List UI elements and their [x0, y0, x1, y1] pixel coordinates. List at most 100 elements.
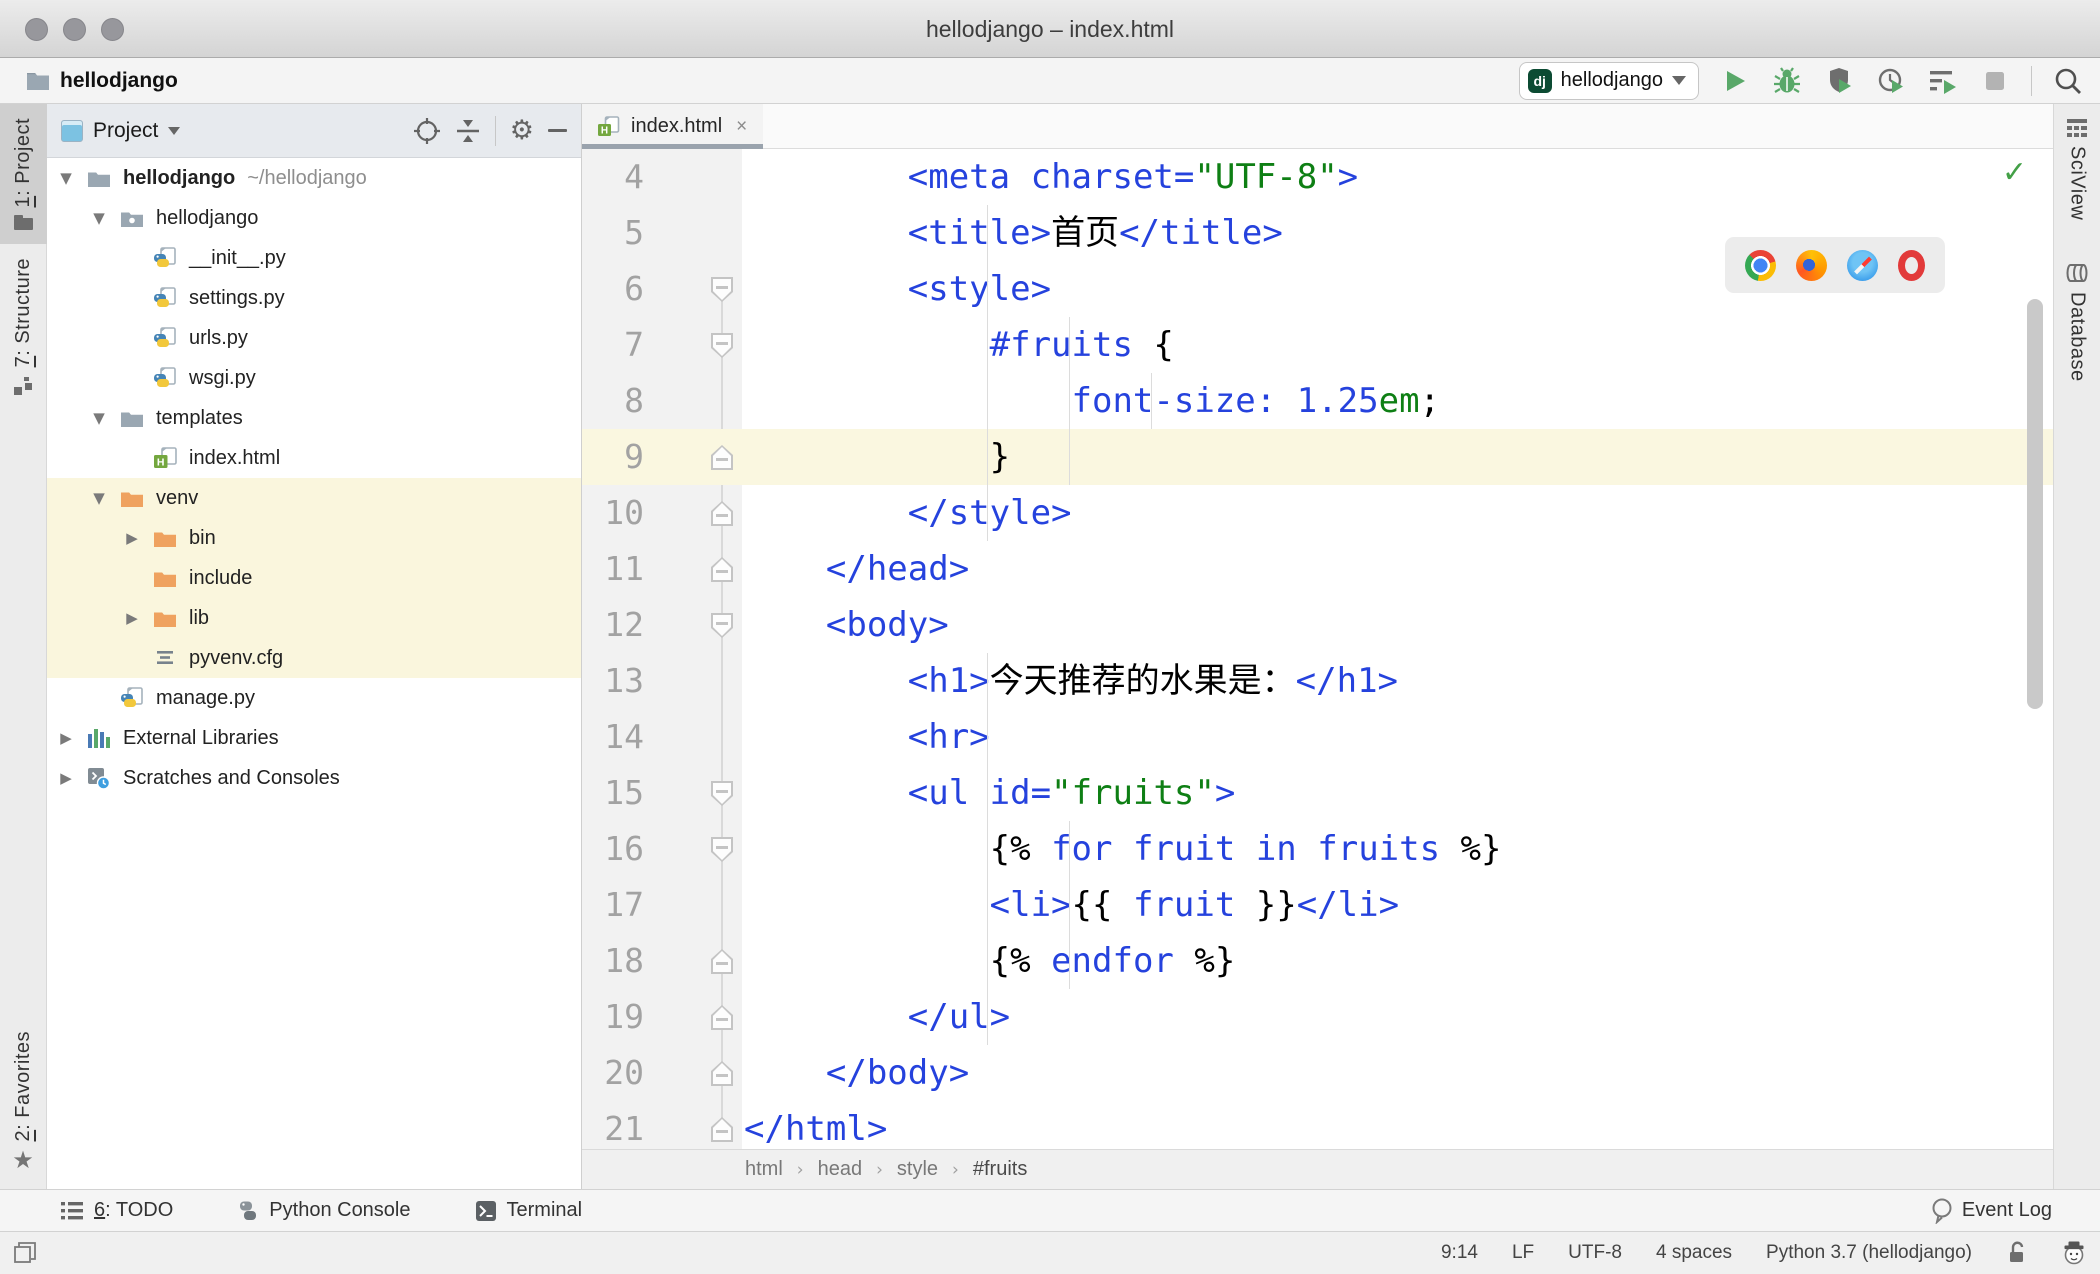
inspections-ok-icon[interactable]: ✓ [2002, 155, 2027, 190]
run-configuration-select[interactable]: dj hellodjango [1518, 61, 1699, 100]
toolbar-python-console[interactable]: Python Console [237, 1199, 411, 1222]
chevron-expanded-icon[interactable]: ▼ [55, 169, 77, 187]
firefox-icon[interactable] [1796, 249, 1827, 281]
tool-tab-database[interactable]: Database [2054, 248, 2100, 396]
gear-icon[interactable]: ⚙ [510, 117, 534, 144]
tree-item-index-html[interactable]: Hindex.html [47, 438, 581, 478]
unlocked-icon[interactable] [2006, 1241, 2028, 1265]
fold-end-icon[interactable] [711, 1117, 733, 1142]
tree-item-venv[interactable]: ▼ venv [47, 478, 581, 518]
tree-item-settings-py[interactable]: settings.py [47, 278, 581, 318]
close-tab-icon[interactable]: × [736, 116, 747, 138]
fold-end-icon[interactable] [711, 1005, 733, 1030]
code-line-18[interactable]: {% endfor %} [742, 933, 2053, 989]
tree-item-hellodjango[interactable]: ▼ hellodjango ~/hellodjango [47, 158, 581, 198]
hide-icon[interactable] [548, 129, 567, 132]
code-line-17[interactable]: <li>{{ fruit }}</li> [742, 877, 2053, 933]
tree-item-scratches-and-consoles[interactable]: ▶ Scratches and Consoles [47, 758, 581, 798]
code-line-10[interactable]: </style> [742, 485, 2053, 541]
tool-tab-structure[interactable]: 7: Structure [0, 244, 47, 409]
breadcrumb-fruits[interactable]: #fruits [973, 1158, 1027, 1181]
fold-start-icon[interactable] [711, 333, 733, 358]
code-line-19[interactable]: </ul> [742, 989, 2053, 1045]
code-line-21[interactable]: </html> [742, 1101, 2053, 1149]
chevron-collapsed-icon[interactable]: ▶ [55, 729, 77, 747]
python-console-icon [237, 1200, 259, 1222]
code-line-20[interactable]: </body> [742, 1045, 2053, 1101]
code-line-11[interactable]: </head> [742, 541, 2053, 597]
fold-start-icon[interactable] [711, 781, 733, 806]
debug-button[interactable] [1771, 65, 1803, 97]
toggle-toolwindows-icon[interactable] [12, 1240, 38, 1266]
file-encoding[interactable]: UTF-8 [1568, 1242, 1622, 1264]
chevron-collapsed-icon[interactable]: ▶ [121, 529, 143, 547]
code-line-12[interactable]: <body> [742, 597, 2053, 653]
chevron-expanded-icon[interactable]: ▼ [88, 489, 110, 507]
tree-item-urls-py[interactable]: urls.py [47, 318, 581, 358]
fold-end-icon[interactable] [711, 557, 733, 582]
breadcrumb-head[interactable]: head [818, 1158, 863, 1181]
code-line-7[interactable]: #fruits { [742, 317, 2053, 373]
toolbar-terminal[interactable]: Terminal [475, 1199, 582, 1222]
tree-item-include[interactable]: include [47, 558, 581, 598]
tree-item-external-libraries[interactable]: ▶ External Libraries [47, 718, 581, 758]
chevron-expanded-icon[interactable]: ▼ [88, 209, 110, 227]
fold-end-icon[interactable] [711, 445, 733, 470]
tree-item-wsgi-py[interactable]: wsgi.py [47, 358, 581, 398]
chevron-collapsed-icon[interactable]: ▶ [121, 609, 143, 627]
code-line-8[interactable]: font-size: 1.25em; [742, 373, 2053, 429]
collapse-all-icon[interactable] [455, 118, 481, 144]
search-everywhere-icon[interactable] [2052, 65, 2084, 97]
run-with-config-button[interactable] [1927, 65, 1959, 97]
project-panel-title[interactable]: Project [93, 119, 158, 143]
fold-end-icon[interactable] [711, 949, 733, 974]
tool-tab-sciview[interactable]: SciView [2054, 104, 2100, 234]
code-line-15[interactable]: <ul id="fruits"> [742, 765, 2053, 821]
editor-tab-index-html[interactable]: H index.html × [582, 104, 764, 149]
line-separator[interactable]: LF [1512, 1242, 1534, 1264]
tree-item--init-py[interactable]: __init__.py [47, 238, 581, 278]
code-line-14[interactable]: <hr> [742, 709, 2053, 765]
tree-item-hellodjango[interactable]: ▼ hellodjango [47, 198, 581, 238]
tree-item-manage-py[interactable]: manage.py [47, 678, 581, 718]
event-log-button[interactable]: Event Log [1930, 1198, 2052, 1224]
chrome-icon[interactable] [1745, 249, 1776, 281]
tree-item-pyvenv-cfg[interactable]: pyvenv.cfg [47, 638, 581, 678]
breadcrumb-style[interactable]: style [897, 1158, 938, 1181]
fold-start-icon[interactable] [711, 837, 733, 862]
safari-icon[interactable] [1847, 249, 1878, 281]
stop-button[interactable] [1979, 65, 2011, 97]
opera-icon[interactable] [1898, 249, 1925, 281]
tree-item-bin[interactable]: ▶ bin [47, 518, 581, 558]
breadcrumb-html[interactable]: html [745, 1158, 783, 1181]
toolbar-todo[interactable]: 6: TODO [60, 1199, 173, 1222]
indent-setting[interactable]: 4 spaces [1656, 1242, 1732, 1264]
code-line-13[interactable]: <h1>今天推荐的水果是：</h1> [742, 653, 2053, 709]
hector-inspector-icon[interactable] [2062, 1241, 2086, 1265]
breadcrumb[interactable]: hellodjango [60, 69, 178, 93]
interpreter[interactable]: Python 3.7 (hellodjango) [1766, 1242, 1972, 1264]
code-line-16[interactable]: {% for fruit in fruits %} [742, 821, 2053, 877]
fold-start-icon[interactable] [711, 277, 733, 302]
fold-end-icon[interactable] [711, 501, 733, 526]
fold-end-icon[interactable] [711, 1061, 733, 1086]
code-editor[interactable]: 4 5 6 7 8 9 10 11 12 13 14 15 16 17 18 19 20 21 <meta cha… [582, 149, 2053, 1149]
tree-item-templates[interactable]: ▼ templates [47, 398, 581, 438]
tool-tab-project[interactable]: 1: Project [0, 104, 47, 245]
code-line-9[interactable]: } [742, 429, 2053, 485]
caret-position[interactable]: 9:14 [1441, 1242, 1478, 1264]
profiler-button[interactable] [1875, 65, 1907, 97]
locate-icon[interactable] [413, 117, 441, 145]
chevron-down-icon[interactable] [168, 126, 181, 135]
tree-item-lib[interactable]: ▶ lib [47, 598, 581, 638]
code-pane[interactable]: <meta charset="UTF-8"> <title>首页</title>… [742, 149, 2053, 1149]
coverage-button[interactable] [1823, 65, 1855, 97]
tool-tab-favorites[interactable]: 2: Favorites ★ [0, 1017, 47, 1189]
run-button[interactable] [1719, 65, 1751, 97]
fold-start-icon[interactable] [711, 613, 733, 638]
editor-scrollbar[interactable] [2027, 299, 2043, 709]
code-line-4[interactable]: <meta charset="UTF-8"> [742, 149, 2053, 205]
chevron-expanded-icon[interactable]: ▼ [88, 409, 110, 427]
toolbar-divider [2031, 65, 2032, 96]
chevron-collapsed-icon[interactable]: ▶ [55, 769, 77, 787]
